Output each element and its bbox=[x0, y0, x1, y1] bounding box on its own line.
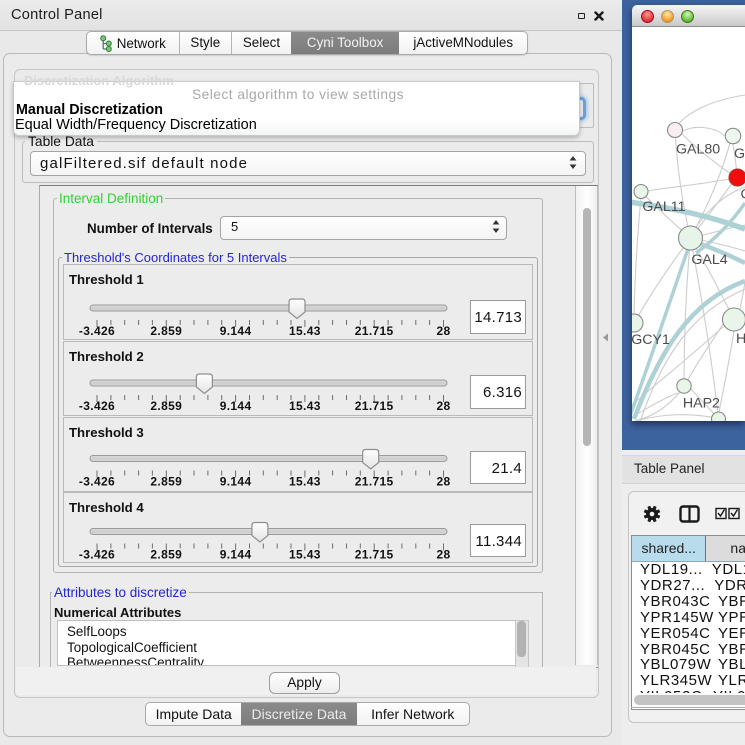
svg-text:9.144: 9.144 bbox=[220, 399, 252, 413]
svg-text:-3.426: -3.426 bbox=[79, 324, 115, 338]
svg-text:2.859: 2.859 bbox=[150, 399, 182, 413]
svg-text:GAL4: GAL4 bbox=[691, 252, 727, 268]
svg-text:H: H bbox=[736, 331, 745, 347]
svg-text:28: 28 bbox=[436, 324, 450, 338]
svg-text:GAL80: GAL80 bbox=[676, 142, 720, 158]
svg-text:9.144: 9.144 bbox=[220, 324, 252, 338]
svg-text:2.859: 2.859 bbox=[150, 475, 182, 489]
svg-text:GA: GA bbox=[734, 146, 745, 162]
svg-text:15.43: 15.43 bbox=[289, 324, 321, 338]
svg-text:28: 28 bbox=[436, 399, 450, 413]
svg-text:28: 28 bbox=[436, 475, 450, 489]
svg-text:C: C bbox=[741, 187, 745, 203]
svg-text:-3.426: -3.426 bbox=[79, 399, 115, 413]
svg-text:-3.426: -3.426 bbox=[79, 548, 115, 562]
svg-text:21.715: 21.715 bbox=[355, 399, 394, 413]
svg-text:15.43: 15.43 bbox=[289, 399, 321, 413]
svg-text:GCY1: GCY1 bbox=[632, 332, 670, 348]
svg-text:15.43: 15.43 bbox=[289, 475, 321, 489]
svg-text:28: 28 bbox=[436, 548, 450, 562]
svg-text:-3.426: -3.426 bbox=[79, 475, 115, 489]
svg-text:HAP2: HAP2 bbox=[683, 396, 720, 412]
svg-text:21.715: 21.715 bbox=[355, 475, 394, 489]
svg-text:2.859: 2.859 bbox=[150, 548, 182, 562]
svg-text:GAL11: GAL11 bbox=[642, 199, 685, 215]
svg-text:9.144: 9.144 bbox=[220, 475, 252, 489]
svg-text:21.715: 21.715 bbox=[355, 324, 394, 338]
svg-text:21.715: 21.715 bbox=[355, 548, 394, 562]
svg-text:9.144: 9.144 bbox=[220, 548, 252, 562]
svg-text:15.43: 15.43 bbox=[289, 548, 321, 562]
svg-text:2.859: 2.859 bbox=[150, 324, 182, 338]
